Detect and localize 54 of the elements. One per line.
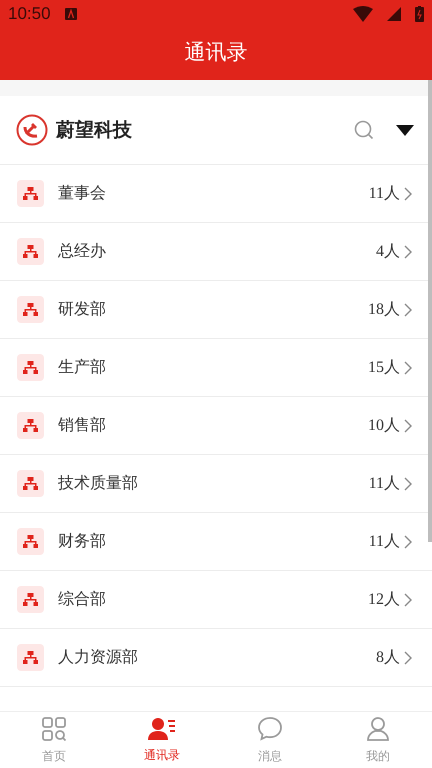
chevron-right-icon <box>404 476 412 490</box>
org-chart-icon <box>17 296 44 323</box>
member-count: 15人 <box>368 358 400 378</box>
chat-bubble-icon <box>257 716 283 742</box>
contacts-icon <box>148 716 176 740</box>
chevron-right-icon <box>404 650 412 664</box>
department-name: 人力资源部 <box>58 648 139 668</box>
org-chart-icon <box>17 354 44 381</box>
status-time: 10:50 <box>8 4 51 24</box>
chevron-right-icon <box>404 244 412 258</box>
org-chart-icon <box>17 238 44 265</box>
org-chart-icon <box>17 470 44 497</box>
chevron-right-icon <box>404 302 412 316</box>
grid-icon <box>41 716 67 742</box>
person-icon <box>365 716 391 742</box>
signal-icon <box>387 7 401 21</box>
department-row[interactable]: 综合部 12人 <box>0 571 432 629</box>
member-count: 8人 <box>376 648 400 668</box>
org-chart-icon <box>17 412 44 439</box>
tab-bar-item[interactable]: 通讯录 <box>108 712 216 768</box>
dropdown-icon[interactable] <box>396 124 414 136</box>
member-count: 4人 <box>376 242 400 262</box>
department-name: 生产部 <box>58 358 107 378</box>
org-chart-icon <box>17 180 44 207</box>
department-name: 董事会 <box>58 184 107 204</box>
chevron-right-icon <box>404 418 412 432</box>
chevron-right-icon <box>404 186 412 200</box>
member-count: 11人 <box>368 532 400 552</box>
search-icon[interactable] <box>354 120 374 140</box>
org-chart-icon <box>17 644 44 671</box>
department-name: 技术质量部 <box>58 474 139 494</box>
wifi-icon <box>353 6 373 22</box>
emblem-icon <box>16 114 48 146</box>
organization-name: 蔚望科技 <box>56 118 133 143</box>
department-name: 综合部 <box>58 590 107 610</box>
member-count: 11人 <box>368 184 400 204</box>
department-name: 研发部 <box>58 300 107 320</box>
org-chart-icon <box>17 586 44 613</box>
member-count: 18人 <box>368 300 400 320</box>
member-count: 11人 <box>368 474 400 494</box>
member-count: 12人 <box>368 590 400 610</box>
page-title: 通讯录 <box>184 39 248 66</box>
notification-icon <box>64 8 77 20</box>
department-row[interactable]: 财务部 11人 <box>0 513 432 571</box>
battery-icon <box>415 6 424 22</box>
chevron-right-icon <box>404 534 412 548</box>
chevron-right-icon <box>404 360 412 374</box>
department-row[interactable]: 人力资源部 8人 <box>0 629 432 687</box>
department-name: 销售部 <box>58 416 107 436</box>
department-name: 总经办 <box>58 242 107 262</box>
org-chart-icon <box>17 528 44 555</box>
department-name: 财务部 <box>58 532 107 552</box>
chevron-right-icon <box>404 592 412 606</box>
member-count: 10人 <box>368 416 400 436</box>
